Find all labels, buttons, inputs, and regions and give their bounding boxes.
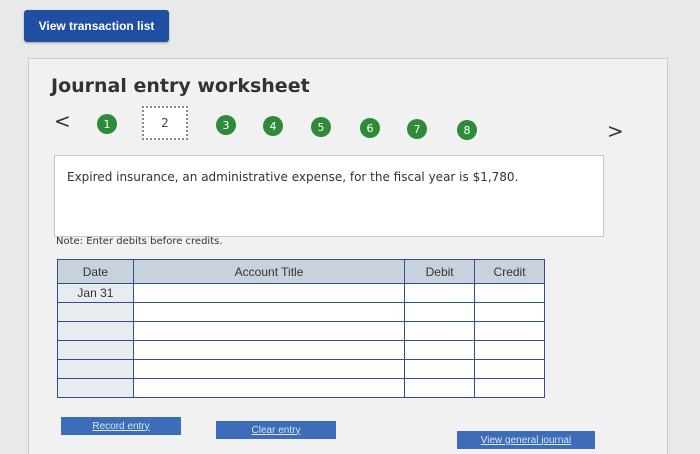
record-entry-button[interactable]: Record entry: [61, 417, 181, 435]
credit-input[interactable]: [474, 340, 545, 360]
table-row: [57, 378, 545, 398]
step-8[interactable]: 8: [457, 120, 477, 140]
next-arrow-icon[interactable]: >: [607, 119, 624, 143]
step-2-active[interactable]: 2: [142, 106, 188, 140]
clear-entry-button[interactable]: Clear entry: [216, 421, 336, 439]
debit-input[interactable]: [404, 302, 476, 322]
credit-input[interactable]: [474, 283, 545, 303]
step-3[interactable]: 3: [216, 115, 236, 135]
date-cell[interactable]: [57, 340, 134, 360]
credit-input[interactable]: [474, 359, 545, 379]
debit-input[interactable]: [404, 359, 476, 379]
table-row: [57, 321, 545, 341]
view-transaction-list-button[interactable]: View transaction list: [24, 10, 169, 42]
credit-input[interactable]: [474, 321, 545, 341]
account-title-input[interactable]: [132, 321, 406, 341]
account-title-input[interactable]: [132, 302, 406, 322]
header-credit: Credit: [474, 259, 545, 284]
table-row: [57, 302, 545, 322]
transaction-description: Expired insurance, an administrative exp…: [54, 155, 604, 237]
prev-arrow-icon[interactable]: <: [54, 109, 71, 133]
credit-input[interactable]: [474, 302, 545, 322]
header-account-title: Account Title: [132, 259, 406, 284]
credit-input[interactable]: [474, 378, 545, 398]
journal-entry-panel: Journal entry worksheet < > 1 2 3 4 5 6 …: [28, 58, 668, 454]
table-row: [57, 340, 545, 360]
table-row: [57, 359, 545, 379]
page-title: Journal entry worksheet: [51, 75, 310, 97]
date-cell[interactable]: Jan 31: [57, 283, 134, 303]
step-6[interactable]: 6: [360, 118, 380, 138]
step-4[interactable]: 4: [263, 116, 283, 136]
account-title-input[interactable]: [132, 359, 406, 379]
step-7[interactable]: 7: [407, 119, 427, 139]
step-5[interactable]: 5: [311, 117, 331, 137]
debit-input[interactable]: [404, 321, 476, 341]
account-title-input[interactable]: [132, 378, 406, 398]
account-title-input[interactable]: [132, 340, 406, 360]
debit-input[interactable]: [404, 283, 476, 303]
view-general-journal-button[interactable]: View general journal: [457, 431, 595, 449]
journal-table: Date Account Title Debit Credit Jan 31: [57, 259, 545, 398]
date-cell[interactable]: [57, 302, 134, 322]
debit-input[interactable]: [404, 340, 476, 360]
date-cell[interactable]: [57, 321, 134, 341]
header-debit: Debit: [404, 259, 476, 284]
step-1[interactable]: 1: [97, 114, 117, 134]
date-cell[interactable]: [57, 378, 134, 398]
date-cell[interactable]: [57, 359, 134, 379]
debit-input[interactable]: [404, 378, 476, 398]
note-text: Note: Enter debits before credits.: [56, 236, 223, 247]
table-row: Jan 31: [57, 283, 545, 303]
header-date: Date: [57, 259, 134, 284]
account-title-input[interactable]: [132, 283, 406, 303]
